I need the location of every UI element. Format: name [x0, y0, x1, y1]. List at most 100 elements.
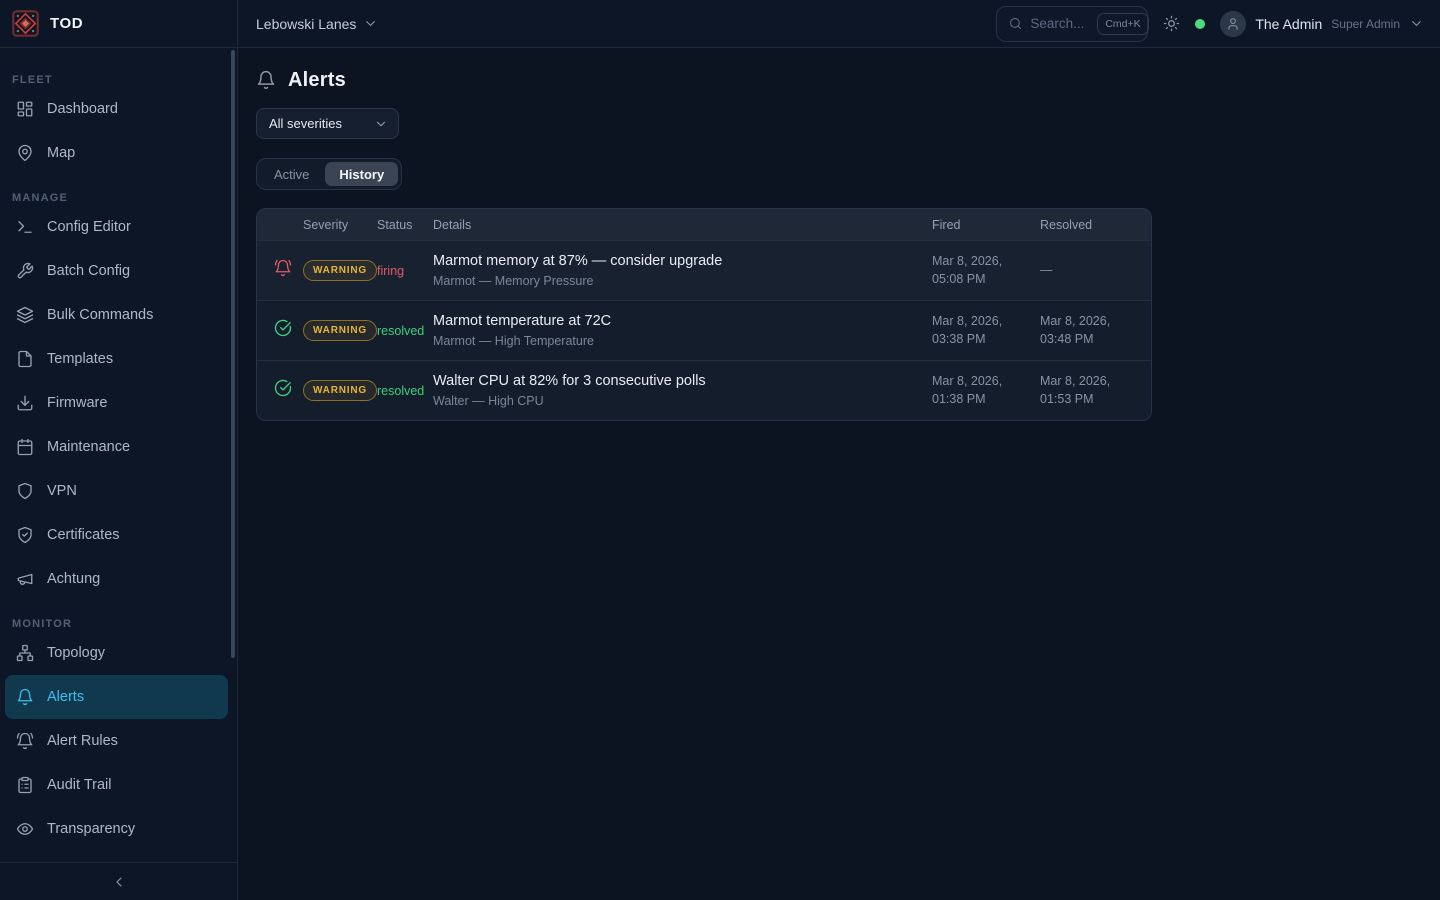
sidebar-section-label: MANAGE — [0, 175, 237, 205]
brand-logo-icon — [12, 10, 39, 37]
megaphone-icon — [16, 570, 34, 588]
sidebar-item-map[interactable]: Map — [5, 131, 228, 175]
alert-subtitle: Walter — High CPU — [433, 394, 932, 408]
bell-icon — [256, 70, 276, 90]
alert-details-cell: Marmot temperature at 72C Marmot — High T… — [433, 313, 932, 348]
alerts-view-tabs: Active History — [256, 158, 402, 190]
search-input[interactable] — [1030, 16, 1090, 31]
column-header-resolved: Resolved — [1040, 218, 1135, 232]
sidebar-item-alert-rules[interactable]: Alert Rules — [5, 719, 228, 763]
alert-state-cell — [274, 319, 303, 342]
sidebar-collapse-button[interactable] — [0, 862, 237, 900]
column-header-details: Details — [433, 218, 932, 232]
alert-fired-time: Mar 8, 2026, 01:38 PM — [932, 373, 1040, 408]
severity-filter-select[interactable]: All severities — [256, 108, 399, 139]
dashboard-icon — [16, 100, 34, 118]
org-selector[interactable]: Lebowski Lanes — [256, 16, 378, 32]
user-menu[interactable]: The Admin Super Admin — [1220, 11, 1424, 37]
chevron-down-icon — [1409, 16, 1424, 31]
tab-active[interactable]: Active — [260, 162, 323, 186]
alert-subtitle: Marmot — High Temperature — [433, 334, 932, 348]
page-title: Alerts — [288, 69, 346, 92]
alert-severity-cell: WARNING — [303, 260, 377, 281]
search-box[interactable]: Cmd+K — [996, 6, 1148, 42]
sidebar-item-maintenance[interactable]: Maintenance — [5, 425, 228, 469]
alert-row[interactable]: WARNINGresolvedMarmot temperature at 72C… — [257, 300, 1151, 360]
alert-state-cell — [274, 259, 303, 282]
sidebar-item-vpn[interactable]: VPN — [5, 469, 228, 513]
status-text: firing — [377, 264, 404, 278]
check-circle-icon — [274, 319, 292, 337]
search-shortcut-badge: Cmd+K — [1097, 13, 1148, 35]
alert-subtitle: Marmot — Memory Pressure — [433, 274, 932, 288]
bell-ring-icon — [16, 732, 34, 750]
clipboard-icon — [16, 776, 34, 794]
sidebar-item-config-editor[interactable]: Config Editor — [5, 205, 228, 249]
alert-resolved-time: — — [1040, 262, 1135, 280]
sidebar-item-label: Alerts — [42, 689, 84, 705]
bell-ring-icon — [274, 259, 292, 277]
sidebar-item-transparency[interactable]: Transparency — [5, 807, 228, 851]
alert-severity-cell: WARNING — [303, 320, 377, 341]
alert-title: Marmot temperature at 72C — [433, 313, 932, 329]
file-icon — [16, 350, 34, 368]
sidebar-item-firmware[interactable]: Firmware — [5, 381, 228, 425]
sidebar-section: MANAGEConfig Editor Batch Config Bulk Comm… — [0, 175, 237, 601]
alert-fired-time: Mar 8, 2026, 03:38 PM — [932, 313, 1040, 348]
sidebar-item-topology[interactable]: Topology — [5, 631, 228, 675]
chevron-left-icon — [111, 874, 127, 890]
wrench-icon — [16, 262, 34, 280]
sidebar-section-label: MONITOR — [0, 601, 237, 631]
severity-badge: WARNING — [303, 320, 377, 341]
sidebar-section-label: FLEET — [0, 48, 237, 87]
sidebar-section: MONITOR Topology Alerts Alert Rules Audit Tr… — [0, 601, 237, 851]
status-text: resolved — [377, 384, 424, 398]
sidebar-item-certificates[interactable]: Certificates — [5, 513, 228, 557]
sidebar-item-label: Topology — [42, 645, 105, 661]
map-pin-icon — [16, 144, 34, 162]
alert-details-cell: Walter CPU at 82% for 3 consecutive poll… — [433, 373, 932, 408]
download-icon — [16, 394, 34, 412]
severity-badge: WARNING — [303, 380, 377, 401]
alert-resolved-time: Mar 8, 2026, 03:48 PM — [1040, 313, 1135, 348]
sidebar-item-label: Alert Rules — [42, 733, 118, 749]
sidebar-item-label: Batch Config — [42, 263, 130, 279]
alert-row[interactable]: WARNINGfiringMarmot memory at 87% — cons… — [257, 240, 1151, 300]
search-icon — [1008, 16, 1023, 31]
alerts-table: Severity Status Details Fired Resolved W… — [256, 208, 1152, 421]
sidebar-item-dashboard[interactable]: Dashboard — [5, 87, 228, 131]
user-name: The Admin — [1255, 16, 1322, 32]
sidebar-scrollbar[interactable] — [231, 50, 235, 658]
chevron-down-icon — [374, 117, 388, 131]
main-content: Alerts All severities Active History Sev… — [238, 48, 1440, 900]
sidebar-item-label: Firmware — [42, 395, 107, 411]
sidebar-nav: FLEET Dashboard MapMANAGEConfig Editor Batc… — [0, 48, 237, 851]
sidebar-section: FLEET Dashboard Map — [0, 48, 237, 175]
calendar-icon — [16, 438, 34, 456]
sidebar-item-label: Dashboard — [42, 101, 118, 117]
brand: TOD — [0, 0, 238, 47]
network-icon — [16, 644, 34, 662]
tab-history[interactable]: History — [325, 162, 398, 186]
sidebar-item-achtung[interactable]: Achtung — [5, 557, 228, 601]
alert-resolved-time: Mar 8, 2026, 01:53 PM — [1040, 373, 1135, 408]
sidebar-item-label: Transparency — [42, 821, 135, 837]
sidebar-item-templates[interactable]: Templates — [5, 337, 228, 381]
alert-row[interactable]: WARNINGresolved Walter CPU at 82% for 3 c… — [257, 360, 1151, 420]
sidebar-item-audit-trail[interactable]: Audit Trail — [5, 763, 228, 807]
avatar — [1220, 11, 1246, 37]
user-icon — [1226, 17, 1240, 31]
sidebar-item-alerts[interactable]: Alerts — [5, 675, 228, 719]
sidebar-item-label: Certificates — [42, 527, 120, 543]
alert-status-cell: resolved — [377, 322, 433, 340]
sidebar-item-bulk-commands[interactable]: Bulk Commands — [5, 293, 228, 337]
alerts-table-header: Severity Status Details Fired Resolved — [257, 209, 1151, 240]
online-status-dot — [1195, 19, 1205, 29]
terminal-icon — [16, 218, 34, 236]
shield-icon — [16, 482, 34, 500]
sidebar-item-batch-config[interactable]: Batch Config — [5, 249, 228, 293]
org-selector-label: Lebowski Lanes — [256, 16, 356, 32]
eye-icon — [16, 820, 34, 838]
column-header-severity: Severity — [303, 218, 377, 232]
theme-toggle-sun-icon[interactable] — [1163, 15, 1180, 32]
